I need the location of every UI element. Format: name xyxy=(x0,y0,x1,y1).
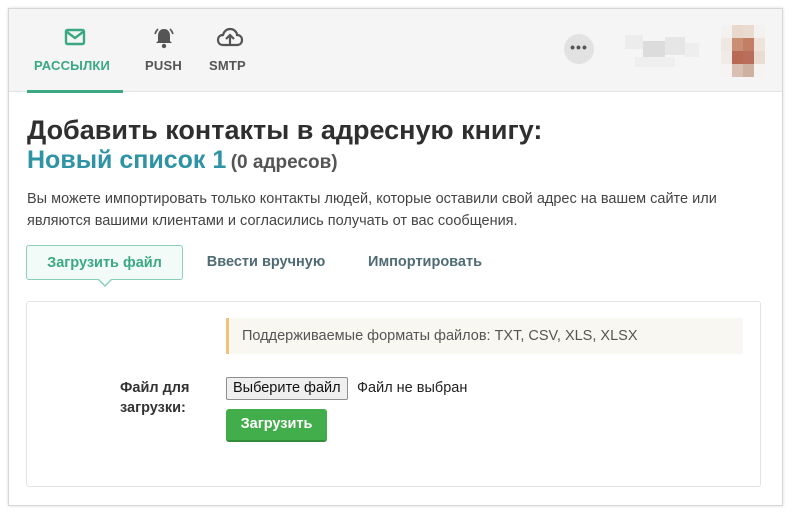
list-name: Новый список 1 xyxy=(27,146,227,174)
nav-tab-label: PUSH xyxy=(145,58,182,73)
avatar[interactable] xyxy=(721,25,765,77)
list-subtitle: Новый список 1 (0 адресов) xyxy=(27,145,338,179)
cloud-upload-icon xyxy=(216,27,244,51)
nav-tab-push[interactable]: PUSH xyxy=(137,9,191,92)
address-count: (0 адресов) xyxy=(230,152,338,173)
bell-icon xyxy=(153,27,175,51)
file-field-label: Файл для загрузки: xyxy=(120,380,190,416)
top-navigation-bar: РАССЫЛКИ PUSH SMTP ••• xyxy=(9,9,782,93)
tab-import[interactable]: Импортировать xyxy=(359,245,491,280)
choose-file-button[interactable]: Выберите файл xyxy=(226,377,348,400)
upload-button[interactable]: Загрузить xyxy=(226,409,327,442)
upload-panel: Поддерживаемые форматы файлов: TXT, CSV,… xyxy=(26,301,761,487)
nav-tab-mailings[interactable]: РАССЫЛКИ xyxy=(27,9,123,93)
page-title: Добавить контакты в адресную книгу: xyxy=(27,115,543,145)
nav-tab-label: SMTP xyxy=(209,58,246,73)
file-status-text: Файл не выбран xyxy=(357,380,468,396)
active-tab-pointer xyxy=(97,278,113,287)
envelope-icon xyxy=(64,27,86,51)
import-description: Вы можете импортировать только контакты … xyxy=(27,191,717,229)
active-tab-indicator xyxy=(27,90,123,93)
user-name-blurred[interactable] xyxy=(621,31,703,71)
tab-upload-file[interactable]: Загрузить файл xyxy=(26,245,183,280)
formats-notice: Поддерживаемые форматы файлов: TXT, CSV,… xyxy=(226,318,743,354)
more-options-button[interactable]: ••• xyxy=(564,34,594,64)
nav-tab-smtp[interactable]: SMTP xyxy=(205,9,255,92)
nav-tab-label: РАССЫЛКИ xyxy=(34,58,111,73)
app-window: РАССЫЛКИ PUSH SMTP ••• Добавить контакты… xyxy=(8,8,783,506)
tab-enter-manually[interactable]: Ввести вручную xyxy=(201,245,331,280)
